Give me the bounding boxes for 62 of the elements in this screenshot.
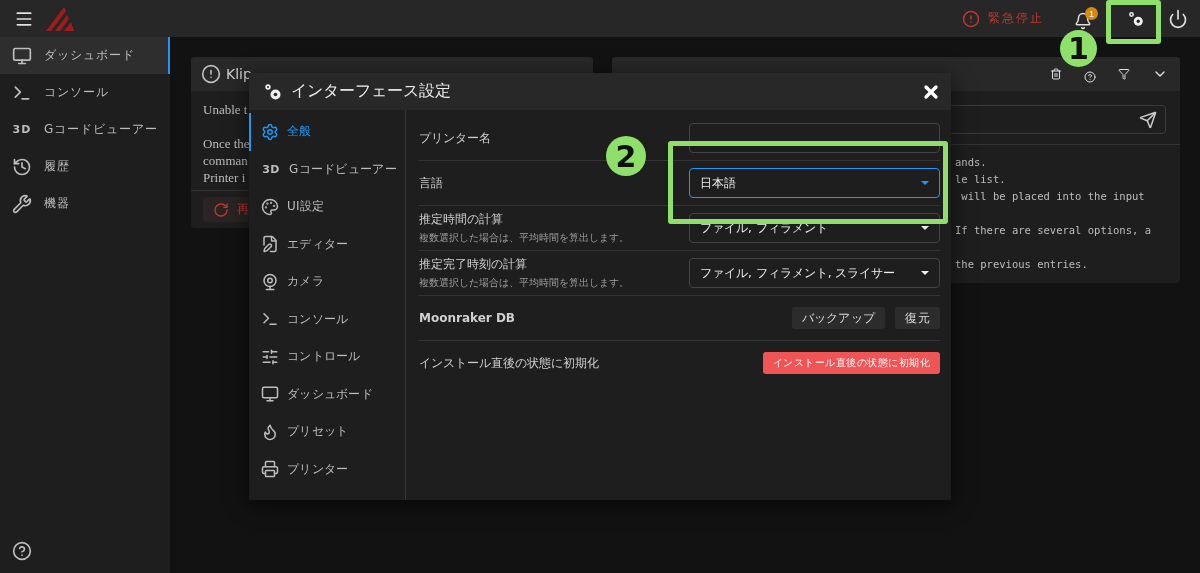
select-field[interactable]: 日本語 — [689, 168, 940, 198]
dialog-title: インターフェース設定 — [291, 81, 452, 102]
settings-tab[interactable]: カメラ — [249, 263, 405, 301]
settings-tab[interactable]: 全般 — [249, 113, 405, 151]
settings-tab[interactable]: コンソール — [249, 300, 405, 338]
help-button[interactable] — [1084, 70, 1096, 83]
webcam-icon — [261, 272, 279, 291]
setting-label: 推定完了時刻の計算 — [419, 256, 528, 273]
setting-label: インストール直後の状態に初期化 — [419, 354, 600, 372]
power-button[interactable] — [1168, 8, 1188, 29]
history-icon — [12, 156, 32, 177]
console-text: le list. — [955, 172, 1006, 187]
setting-label: Moonraker DB — [419, 311, 516, 325]
delete-button[interactable] — [1050, 68, 1062, 80]
settings-tab[interactable]: ダッシュボード — [249, 375, 405, 413]
gear-icon — [261, 122, 279, 141]
settings-icon — [1127, 9, 1145, 28]
console-text: ands. — [955, 155, 987, 170]
sidebar-item[interactable]: 履歴 — [0, 148, 170, 185]
cogs-icon — [263, 81, 283, 102]
restart-icon — [213, 201, 229, 218]
console-text: will be placed into the input — [960, 189, 1145, 204]
select-field[interactable]: ファイル, フィラメント, スライサー — [689, 258, 940, 288]
settings-tab[interactable]: プリセット — [249, 413, 405, 451]
alert-icon — [201, 64, 221, 84]
console-text: the previous entries. — [955, 257, 1088, 272]
settings-tab[interactable]: プリンター — [249, 450, 405, 488]
palette-icon — [261, 197, 279, 216]
settings-tab[interactable]: エディター — [249, 225, 405, 263]
send-icon[interactable] — [1139, 110, 1157, 129]
sidebar-item[interactable]: 3D Gコードビューアー — [0, 111, 170, 148]
database-button[interactable]: バックアップ — [791, 307, 886, 329]
message-text: Printer i — [203, 169, 246, 186]
sidebar-item[interactable]: コンソール — [0, 74, 170, 111]
message-text: comman — [203, 152, 248, 169]
alert-icon — [962, 9, 980, 28]
database-button[interactable]: 復元 — [895, 307, 940, 329]
message-text: Unable t — [203, 101, 248, 118]
setting-hint: 複数選択した場合は、平均時間を算出します。 — [419, 276, 630, 290]
highlight-frame — [1106, 0, 1161, 44]
filter-button[interactable] — [1118, 68, 1130, 80]
sidebar-item[interactable]: 機器 — [0, 185, 170, 222]
printer-icon — [261, 460, 279, 479]
file-edit-icon — [261, 235, 279, 254]
wrench-icon — [12, 193, 32, 214]
flame-icon — [261, 422, 279, 441]
settings-tab[interactable]: コントロール — [249, 338, 405, 376]
setting-hint: 複数選択した場合は、平均時間を算出します。 — [419, 231, 630, 245]
settings-tab[interactable]: 3D Gコードビューアー — [249, 150, 405, 188]
logo-icon — [44, 6, 74, 31]
notification-badge: 1 — [1085, 7, 1098, 20]
setting-label: プリンター名 — [419, 129, 492, 147]
console-text: If there are several options, a — [955, 223, 1151, 238]
sidebar-item[interactable]: ダッシュボード — [0, 37, 170, 74]
setting-label: 言語 — [419, 174, 444, 192]
printer-name-field[interactable] — [689, 123, 940, 153]
sliders-icon — [261, 347, 279, 366]
monitor-icon — [261, 385, 279, 404]
help-button[interactable] — [12, 541, 32, 561]
setting-label: 推定時間の計算 — [419, 211, 504, 228]
message-text: Once the — [203, 135, 250, 152]
monitor-icon — [12, 45, 32, 66]
